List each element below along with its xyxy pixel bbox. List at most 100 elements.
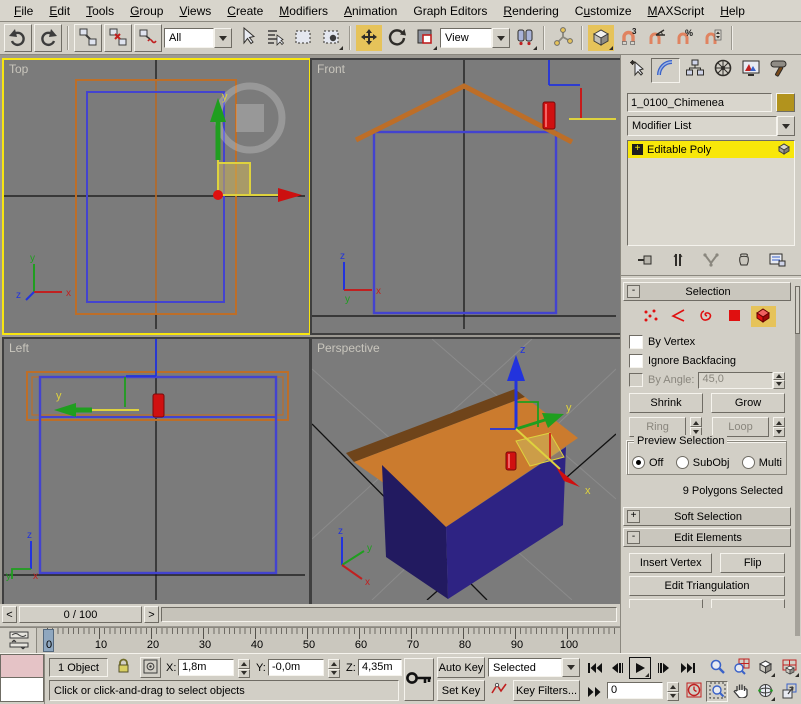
menu-tools[interactable]: Tools: [78, 2, 122, 20]
next-frame-button[interactable]: [654, 659, 673, 677]
radio-multi[interactable]: [742, 456, 755, 469]
menu-maxscript[interactable]: MAXScript: [640, 2, 713, 20]
show-end-result-button[interactable]: [669, 252, 687, 268]
menu-file[interactable]: File: [6, 2, 41, 20]
x-spinner[interactable]: [238, 659, 250, 678]
auto-key-button[interactable]: Auto Key: [437, 657, 485, 678]
expand-icon[interactable]: +: [627, 510, 640, 523]
y-coordinate-field[interactable]: -0,0m: [268, 659, 324, 676]
zoom-all-button[interactable]: [730, 657, 752, 678]
remove-modifier-button[interactable]: [735, 252, 753, 268]
preview-off-option[interactable]: Off: [632, 456, 663, 469]
current-frame-field[interactable]: 0: [607, 682, 663, 699]
menu-views[interactable]: Views: [171, 2, 219, 20]
timeline-ruler[interactable]: 0 10 20 30 40 50 60 70 80 90 100: [36, 628, 621, 654]
select-and-scale-button[interactable]: [412, 25, 438, 51]
zoom-extents-all-button[interactable]: [778, 657, 800, 678]
set-key-button[interactable]: Set Key: [437, 680, 485, 701]
modifier-list-dropdown[interactable]: Modifier List: [627, 116, 795, 136]
tab-hierarchy[interactable]: [681, 58, 708, 81]
radio-subobj[interactable]: [676, 456, 689, 469]
x-coordinate-field[interactable]: 1,8m: [178, 659, 234, 676]
menu-create[interactable]: Create: [219, 2, 271, 20]
pan-view-button[interactable]: [730, 681, 752, 702]
set-keys-button[interactable]: [404, 658, 434, 701]
key-filters-button[interactable]: Key Filters...: [513, 680, 580, 701]
select-and-move-button[interactable]: [356, 25, 382, 51]
go-to-start-button[interactable]: [585, 659, 604, 677]
min-max-toggle-button[interactable]: [778, 681, 800, 702]
partial-button[interactable]: [711, 599, 785, 608]
maxscript-mini-listener[interactable]: [0, 654, 45, 704]
menu-group[interactable]: Group: [122, 2, 171, 20]
polygon-mode-button[interactable]: [723, 306, 748, 327]
viewport-perspective[interactable]: z y x z y x Perspective: [310, 337, 622, 606]
by-angle-spinner[interactable]: [773, 372, 785, 389]
spinner-snap-button[interactable]: [700, 25, 726, 51]
time-slider-prev-button[interactable]: <: [2, 606, 17, 623]
rollout-scrollbar[interactable]: [795, 286, 800, 636]
preview-multi-option[interactable]: Multi: [742, 456, 782, 469]
viewport-left-label[interactable]: Left: [9, 341, 29, 355]
menu-modifiers[interactable]: Modifiers: [271, 2, 336, 20]
frame-spinner[interactable]: [667, 682, 679, 701]
coordinate-dropdown-arrow[interactable]: [492, 28, 510, 48]
by-vertex-row[interactable]: By Vertex: [629, 333, 785, 351]
by-angle-checkbox[interactable]: [629, 373, 643, 387]
selection-set-dropdown[interactable]: Selected: [488, 658, 580, 677]
border-mode-button[interactable]: [695, 306, 720, 327]
select-object-button[interactable]: [234, 25, 260, 51]
percent-snap-button[interactable]: %: [672, 25, 698, 51]
loop-button[interactable]: Loop: [712, 417, 769, 437]
play-animation-button[interactable]: [629, 657, 651, 679]
y-spinner[interactable]: [328, 659, 340, 678]
viewport-perspective-label[interactable]: Perspective: [317, 341, 380, 355]
arc-rotate-button[interactable]: [754, 681, 776, 702]
collapse-icon[interactable]: -: [627, 531, 640, 544]
redo-button[interactable]: [34, 24, 62, 52]
ignore-backfacing-checkbox[interactable]: [629, 354, 643, 368]
collapse-icon[interactable]: -: [627, 285, 640, 298]
select-and-link-button[interactable]: [74, 24, 102, 52]
listener-macro-line[interactable]: [0, 654, 44, 678]
selection-set-arrow[interactable]: [562, 658, 580, 677]
tab-display[interactable]: [737, 58, 764, 81]
select-and-manipulate-button[interactable]: [550, 25, 576, 51]
key-mode-curve-button[interactable]: [488, 680, 510, 701]
preview-subobj-option[interactable]: SubObj: [676, 456, 730, 469]
flip-button[interactable]: Flip: [720, 553, 785, 573]
time-slider-next-button[interactable]: >: [144, 606, 159, 623]
use-pivot-center-button[interactable]: [512, 25, 538, 51]
tab-create[interactable]: [623, 58, 650, 81]
select-and-rotate-button[interactable]: [384, 25, 410, 51]
listener-script-line[interactable]: [0, 678, 44, 702]
object-color-swatch[interactable]: [776, 93, 795, 112]
z-coordinate-field[interactable]: 4,35m: [358, 659, 402, 676]
select-by-name-button[interactable]: [262, 25, 288, 51]
loop-spinner[interactable]: [773, 417, 785, 437]
grow-button[interactable]: Grow: [711, 393, 785, 413]
edit-elements-rollout-header[interactable]: - Edit Elements: [623, 528, 791, 547]
rectangular-selection-region-button[interactable]: [290, 25, 316, 51]
ring-button[interactable]: Ring: [629, 417, 686, 437]
zoom-button[interactable]: [706, 657, 728, 678]
menu-graph-editors[interactable]: Graph Editors: [405, 2, 495, 20]
object-name-field[interactable]: 1_0100_Chimenea: [627, 93, 772, 112]
time-configuration-button[interactable]: [684, 682, 703, 701]
selection-filter-arrow[interactable]: [214, 28, 232, 48]
menu-animation[interactable]: Animation: [336, 2, 405, 20]
snaps-toggle-button[interactable]: [588, 25, 614, 51]
bind-to-space-warp-button[interactable]: [134, 24, 162, 52]
viewport-top[interactable]: y y x z Top: [2, 58, 311, 335]
partial-button[interactable]: [629, 599, 703, 608]
previous-frame-button[interactable]: [607, 659, 626, 677]
time-slider-handle[interactable]: 0 / 100: [19, 606, 142, 623]
soft-selection-rollout-header[interactable]: + Soft Selection: [623, 507, 791, 526]
key-mode-toggle-button[interactable]: [585, 683, 604, 701]
time-slider-track[interactable]: [161, 607, 617, 622]
insert-vertex-button[interactable]: Insert Vertex: [629, 553, 712, 573]
menu-help[interactable]: Help: [712, 2, 753, 20]
zoom-extents-button[interactable]: [754, 657, 776, 678]
tab-modify[interactable]: [651, 58, 680, 83]
stack-expand-box[interactable]: +: [632, 144, 643, 155]
